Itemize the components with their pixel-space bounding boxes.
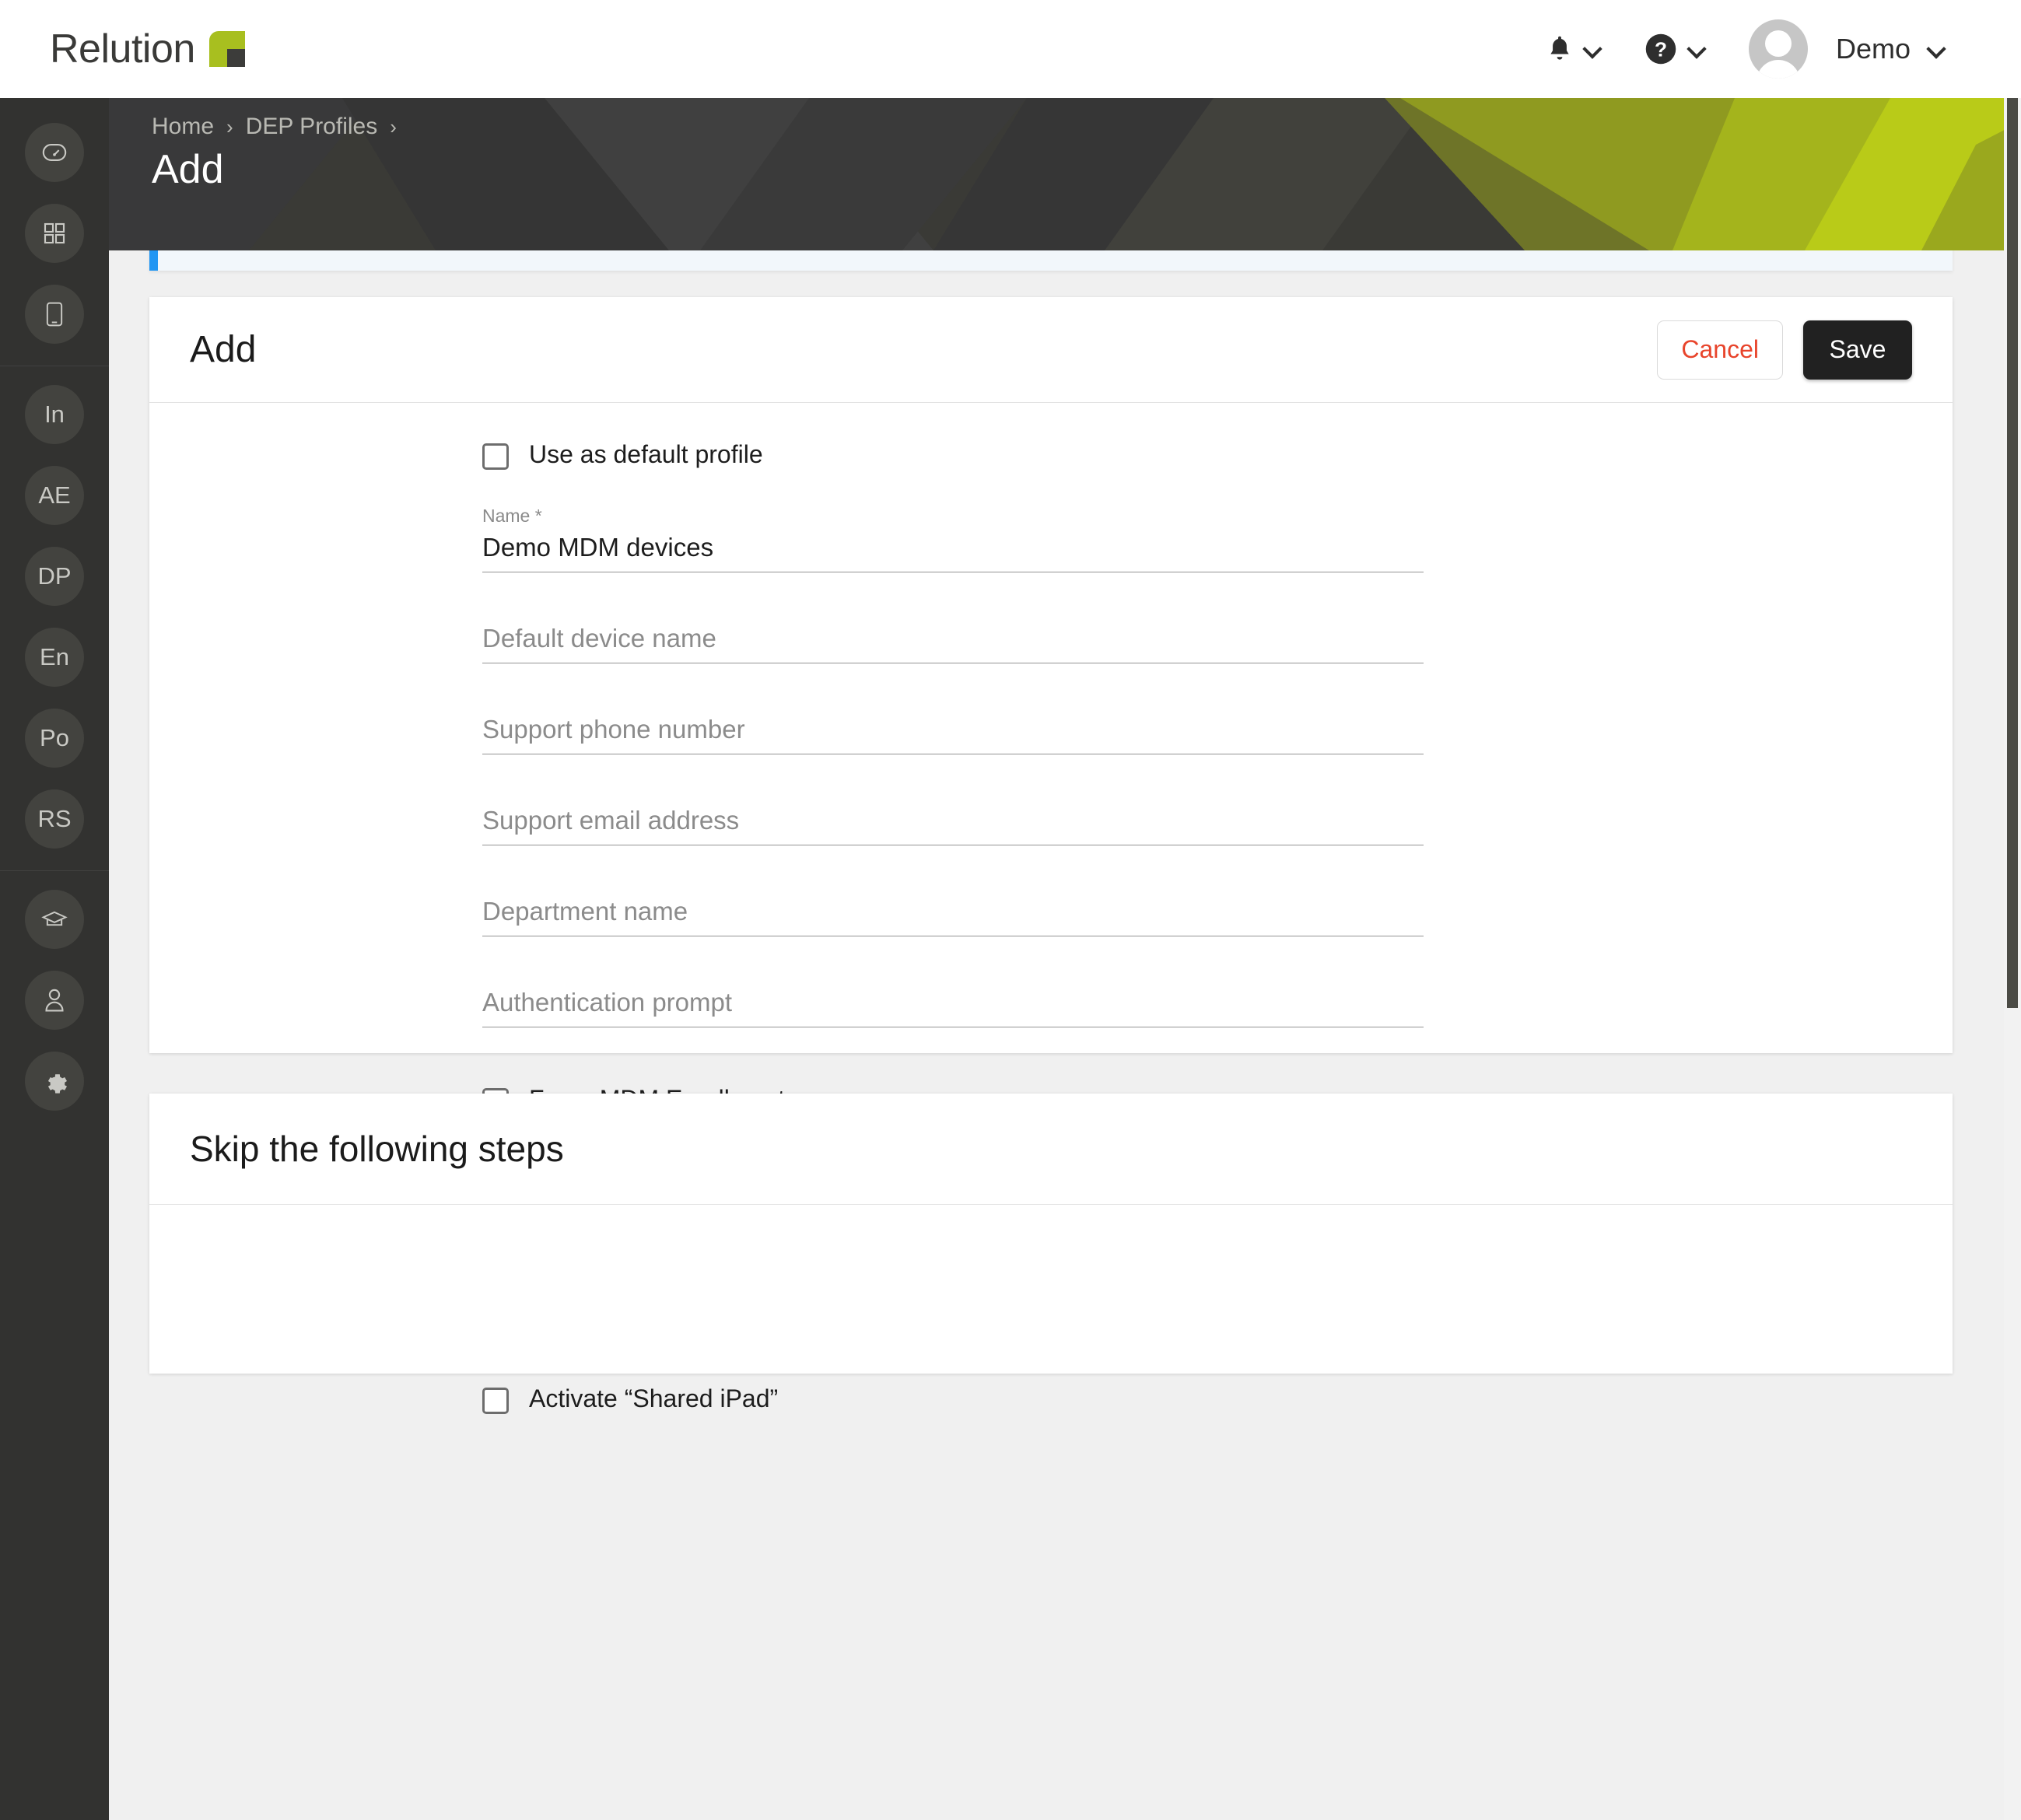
user-avatar-icon xyxy=(1748,19,1808,79)
sidebar-item-dp[interactable]: DP xyxy=(25,547,84,606)
page-content: Note: These settings are applied to devi… xyxy=(109,152,2005,1820)
default-device-name-field-group xyxy=(482,624,1424,663)
activate-shared-ipad-row[interactable]: Activate “Shared iPad” xyxy=(482,1384,1424,1414)
use-as-default-profile-label: Use as default profile xyxy=(529,440,763,468)
hero-banner: Home › DEP Profiles › Add xyxy=(109,98,2021,250)
sidebar-item-label: RS xyxy=(37,805,72,832)
brand-logo[interactable]: Relution xyxy=(50,29,245,69)
sidebar-item-en[interactable]: En xyxy=(25,628,84,687)
breadcrumb: Home › DEP Profiles › xyxy=(152,114,397,140)
skip-steps-card: Skip the following steps xyxy=(149,1094,1953,1374)
sidebar-divider xyxy=(0,870,109,871)
support-email-field-group xyxy=(482,806,1424,845)
support-phone-field-group xyxy=(482,715,1424,754)
top-header-bar: Relution ? Demo xyxy=(0,0,2021,98)
sidebar-group-secondary xyxy=(0,879,109,1122)
sidebar-group-primary xyxy=(0,112,109,355)
graduation-cap-icon xyxy=(41,911,68,926)
page-scrollbar-thumb[interactable] xyxy=(2007,98,2018,1008)
name-input[interactable] xyxy=(482,533,1424,572)
sidebar-item-label: In xyxy=(44,401,65,428)
svg-text:?: ? xyxy=(1655,37,1667,61)
sidebar-item-users[interactable] xyxy=(25,971,84,1030)
gear-icon xyxy=(47,1074,68,1094)
header-actions: ? Demo xyxy=(1525,19,1967,79)
help-menu[interactable]: ? xyxy=(1623,33,1727,65)
sidebar-item-label: Po xyxy=(40,724,69,751)
default-device-name-input[interactable] xyxy=(482,624,1424,663)
breadcrumb-separator-icon: › xyxy=(226,114,233,138)
sidebar-item-ae[interactable]: AE xyxy=(25,466,84,525)
breadcrumb-item-dep-profiles[interactable]: DEP Profiles xyxy=(246,114,378,140)
sidebar-item-devices[interactable] xyxy=(25,285,84,344)
name-field-group: Name * xyxy=(482,506,1424,572)
sidebar-item-label: AE xyxy=(38,481,71,509)
save-button[interactable]: Save xyxy=(1803,320,1912,380)
name-field-label: Name * xyxy=(482,506,542,526)
page-scrollbar[interactable] xyxy=(2004,98,2021,1820)
sidebar-item-label: En xyxy=(40,643,69,670)
username-label: Demo xyxy=(1835,33,1911,65)
department-name-input[interactable] xyxy=(482,897,1424,936)
support-phone-input[interactable] xyxy=(482,715,1424,754)
support-email-input[interactable] xyxy=(482,806,1424,845)
activate-shared-ipad-checkbox[interactable] xyxy=(482,1387,509,1414)
left-sidebar: In AE DP En Po RS xyxy=(0,98,109,1820)
sidebar-item-po[interactable]: Po xyxy=(25,709,84,768)
person-icon xyxy=(45,989,64,1012)
add-dep-profile-card: Add Cancel Save Use as default profile N… xyxy=(149,297,1953,1414)
cancel-button[interactable]: Cancel xyxy=(1657,320,1783,380)
use-as-default-profile-checkbox[interactable] xyxy=(482,443,509,470)
help-circle-icon: ? xyxy=(1645,33,1676,65)
dashboard-gauge-icon xyxy=(42,144,67,161)
mobile-device-icon xyxy=(46,302,63,327)
sidebar-item-dashboard[interactable] xyxy=(25,123,84,182)
use-as-default-profile-row[interactable]: Use as default profile xyxy=(482,440,1424,470)
chevron-down-icon xyxy=(1584,40,1601,58)
skip-steps-title: Skip the following steps xyxy=(190,1129,564,1169)
sidebar-group-modules: In AE DP En Po RS xyxy=(0,374,109,859)
card-header: Add Cancel Save xyxy=(149,297,1953,403)
chevron-down-icon xyxy=(1928,40,1945,58)
activate-shared-ipad-label: Activate “Shared iPad” xyxy=(529,1384,779,1412)
relution-logo-icon xyxy=(208,31,245,67)
card-title: Add xyxy=(190,329,257,370)
sidebar-item-in[interactable]: In xyxy=(25,385,84,444)
department-name-field-group xyxy=(482,897,1424,936)
authentication-prompt-field-group xyxy=(482,988,1424,1027)
hero-text: Home › DEP Profiles › Add xyxy=(152,114,397,193)
notifications-menu[interactable] xyxy=(1525,34,1623,64)
bell-icon xyxy=(1550,36,1569,60)
chevron-down-icon xyxy=(1688,40,1705,58)
card-actions: Cancel Save xyxy=(1657,320,1912,380)
sidebar-item-settings[interactable] xyxy=(25,1052,84,1111)
breadcrumb-separator-icon: › xyxy=(390,114,397,138)
breadcrumb-item-home[interactable]: Home xyxy=(152,114,214,140)
page-title: Add xyxy=(152,147,224,192)
user-menu[interactable]: Demo xyxy=(1727,19,1967,79)
sidebar-item-rs[interactable]: RS xyxy=(25,789,84,849)
sidebar-item-label: DP xyxy=(37,562,72,590)
authentication-prompt-input[interactable] xyxy=(482,988,1424,1027)
sidebar-item-education[interactable] xyxy=(25,890,84,949)
brand-name: Relution xyxy=(50,26,195,72)
apps-grid-icon xyxy=(44,222,65,244)
sidebar-item-apps[interactable] xyxy=(25,204,84,263)
skip-steps-divider xyxy=(149,1204,1953,1205)
